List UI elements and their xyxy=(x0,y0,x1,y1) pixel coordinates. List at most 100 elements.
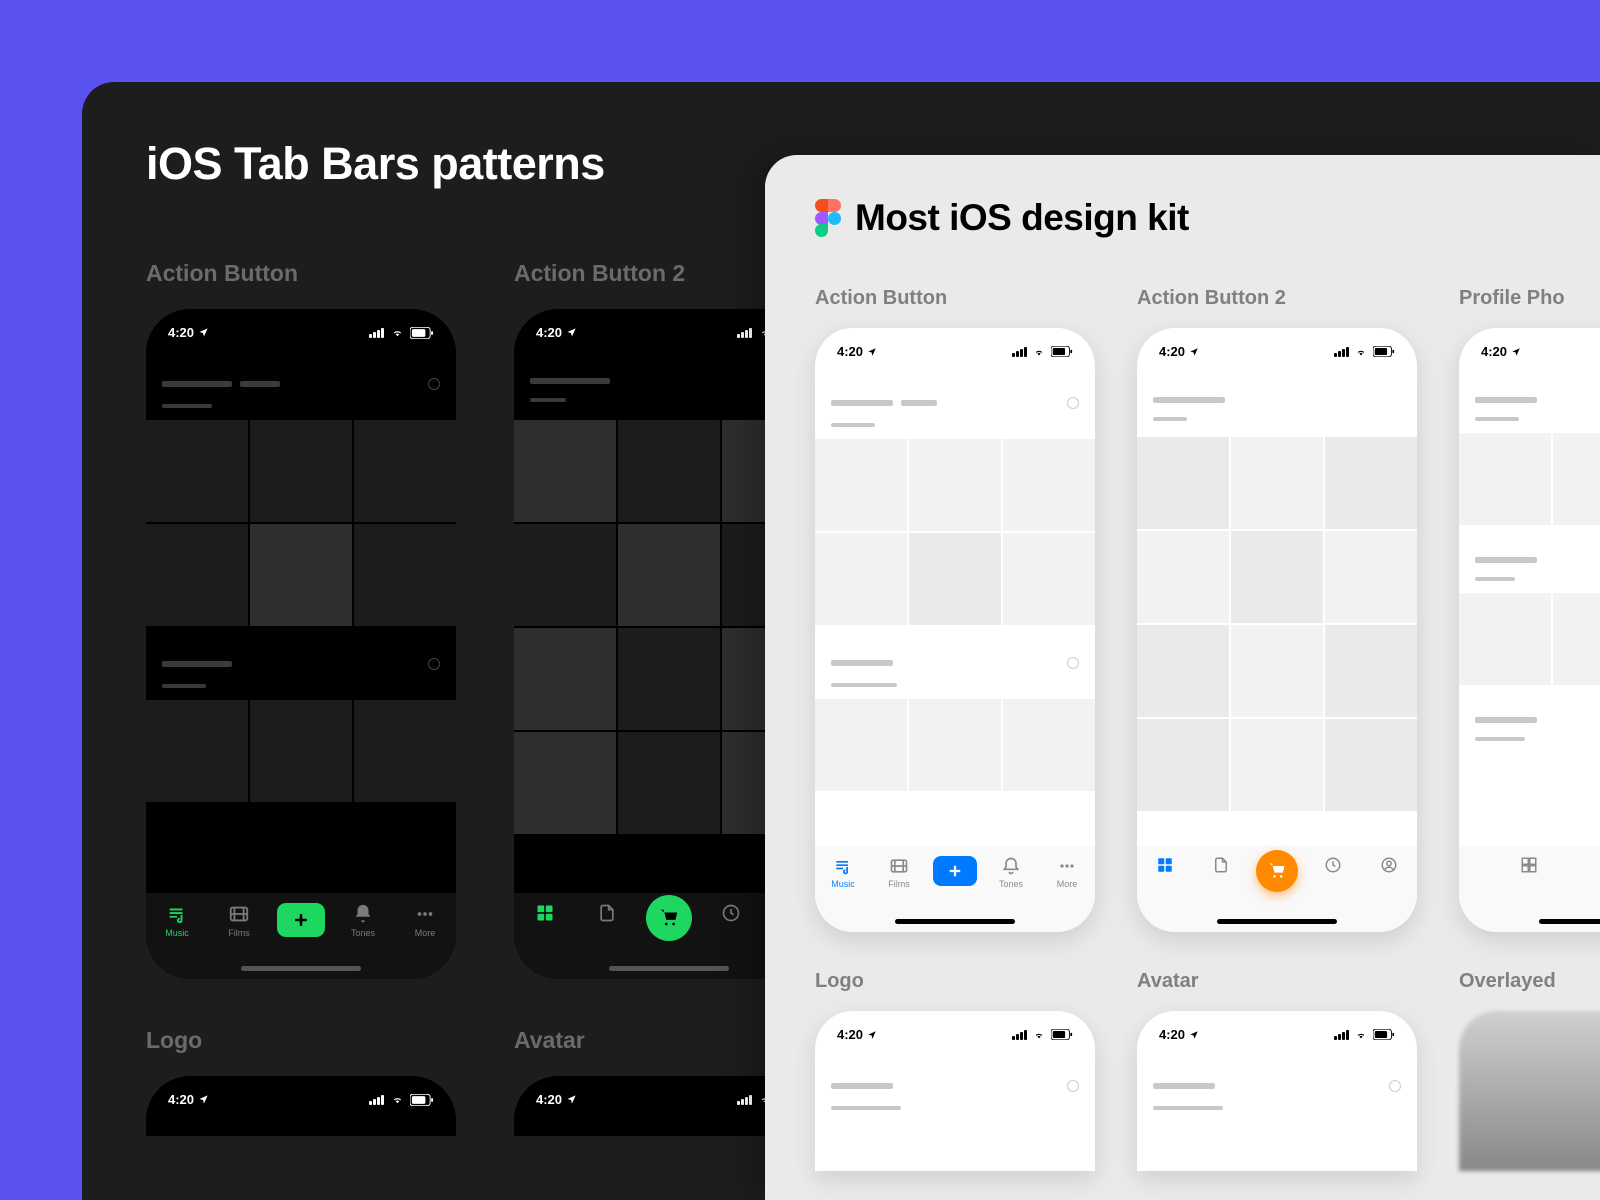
signal-icon xyxy=(1334,347,1349,357)
tab-action-cart[interactable] xyxy=(638,903,700,941)
section-label: Action Button xyxy=(815,287,1095,310)
signal-icon xyxy=(369,1094,385,1105)
phone-mockup-light: 4:20 xyxy=(1459,328,1600,932)
tab-label: More xyxy=(1057,879,1078,889)
tab-profile[interactable] xyxy=(1361,856,1417,874)
tab-bar: Music Films Tones xyxy=(146,893,456,979)
location-icon xyxy=(867,1030,877,1040)
grid-icon xyxy=(1156,856,1174,874)
location-icon xyxy=(566,1094,577,1105)
wifi-icon xyxy=(390,327,405,338)
location-icon xyxy=(198,327,209,338)
tab-bar: Music Films Tones xyxy=(815,846,1095,932)
tab-file[interactable] xyxy=(1193,856,1249,874)
section-label: Action Button xyxy=(146,260,456,287)
status-time: 4:20 xyxy=(837,1027,863,1042)
section-logo-dark: Logo 4:20 xyxy=(146,1027,456,1136)
signal-icon xyxy=(737,1094,753,1105)
signal-icon xyxy=(737,327,753,338)
tab-music[interactable]: Music xyxy=(815,856,871,889)
tab-grid[interactable] xyxy=(1459,856,1599,874)
tab-bar xyxy=(1459,846,1600,932)
home-indicator xyxy=(1539,919,1600,924)
tab-action-cart[interactable] xyxy=(1249,856,1305,892)
home-indicator xyxy=(609,966,729,971)
status-time: 4:20 xyxy=(1159,1027,1185,1042)
file-icon xyxy=(597,903,617,923)
file-icon xyxy=(1212,856,1230,874)
wifi-icon xyxy=(1354,1030,1368,1040)
tab-grid[interactable] xyxy=(514,903,576,923)
phone-mockup-dark: 4:20 xyxy=(146,1076,456,1136)
section-label: Profile Pho xyxy=(1459,287,1600,310)
light-panel-title: Most iOS design kit xyxy=(855,197,1189,239)
tab-label: Tones xyxy=(351,928,375,938)
action-button-circle[interactable] xyxy=(1256,850,1298,892)
battery-icon xyxy=(410,1094,434,1106)
status-time: 4:20 xyxy=(168,325,194,340)
action-button[interactable] xyxy=(933,856,977,886)
more-icon xyxy=(1057,856,1077,876)
phone-mockup-overlayed xyxy=(1459,1011,1600,1171)
location-icon xyxy=(1511,347,1521,357)
signal-icon xyxy=(1012,347,1027,357)
status-time: 4:20 xyxy=(837,344,863,359)
tab-tones[interactable]: Tones xyxy=(332,903,394,938)
section-label: Logo xyxy=(815,970,1095,993)
status-time: 4:20 xyxy=(1159,344,1185,359)
location-icon xyxy=(1189,1030,1199,1040)
home-indicator xyxy=(895,919,1015,924)
action-button[interactable] xyxy=(277,903,325,937)
section-label: Logo xyxy=(146,1027,456,1054)
tab-label: Music xyxy=(831,879,855,889)
tab-music[interactable]: Music xyxy=(146,903,208,938)
location-icon xyxy=(1189,347,1199,357)
tab-more[interactable]: More xyxy=(394,903,456,938)
status-bar: 4:20 xyxy=(146,1076,456,1113)
section-overlayed-light: Overlayed xyxy=(1459,970,1600,1171)
films-icon xyxy=(889,856,909,876)
status-time: 4:20 xyxy=(536,1092,562,1107)
battery-icon xyxy=(1051,1029,1073,1040)
tab-clock[interactable] xyxy=(700,903,762,923)
wifi-icon xyxy=(1032,1030,1046,1040)
section-profile-photo-light: Profile Pho 4:20 xyxy=(1459,287,1600,932)
cart-icon xyxy=(1267,861,1287,881)
phone-mockup-light: 4:20 xyxy=(1137,328,1417,932)
music-icon xyxy=(833,856,853,876)
battery-icon xyxy=(1373,1029,1395,1040)
battery-icon xyxy=(1051,346,1073,357)
tab-label: More xyxy=(415,928,436,938)
phone-mockup-light: 4:20 xyxy=(1137,1011,1417,1171)
status-time: 4:20 xyxy=(536,325,562,340)
tab-films[interactable]: Films xyxy=(871,856,927,889)
status-time: 4:20 xyxy=(1481,344,1507,359)
wifi-icon xyxy=(390,1094,405,1105)
signal-icon xyxy=(1334,1030,1349,1040)
status-bar: 4:20 xyxy=(1137,1011,1417,1048)
status-time: 4:20 xyxy=(168,1092,194,1107)
section-action-button-2-light: Action Button 2 4:20 xyxy=(1137,287,1417,932)
home-indicator xyxy=(241,966,361,971)
tab-action[interactable] xyxy=(270,903,332,937)
tab-grid[interactable] xyxy=(1137,856,1193,874)
action-button-circle[interactable] xyxy=(646,895,692,941)
section-label: Avatar xyxy=(1137,970,1417,993)
tab-films[interactable]: Films xyxy=(208,903,270,938)
section-action-button-light: Action Button 4:20 xyxy=(815,287,1095,932)
tab-action[interactable] xyxy=(927,856,983,886)
bell-icon xyxy=(1001,856,1021,876)
films-icon xyxy=(228,903,250,925)
tab-file[interactable] xyxy=(576,903,638,923)
status-bar: 4:20 xyxy=(1459,328,1600,365)
grid-icon xyxy=(535,903,555,923)
tab-tones[interactable]: Tones xyxy=(983,856,1039,889)
plus-icon xyxy=(946,862,964,880)
tab-label: Films xyxy=(228,928,250,938)
tab-clock[interactable] xyxy=(1305,856,1361,874)
tab-more[interactable]: More xyxy=(1039,856,1095,889)
cart-icon xyxy=(658,907,680,929)
wifi-icon xyxy=(1354,347,1368,357)
battery-icon xyxy=(410,327,434,339)
phone-mockup-light: 4:20 xyxy=(815,1011,1095,1171)
